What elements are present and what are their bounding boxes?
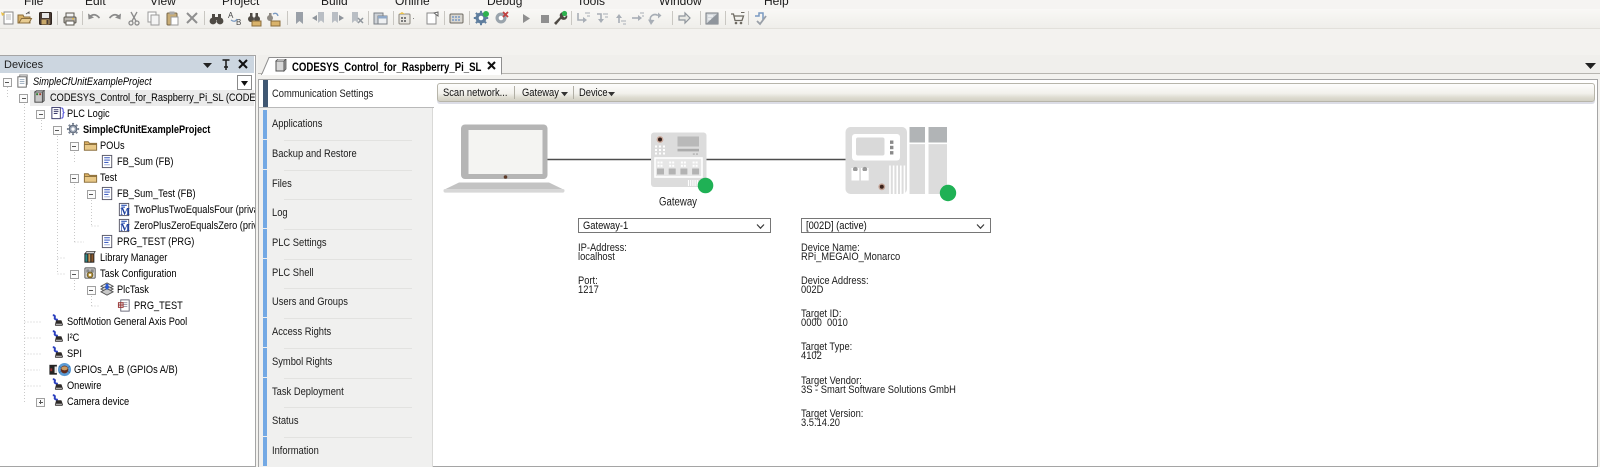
- svg-text:Gateway: Gateway: [659, 197, 697, 209]
